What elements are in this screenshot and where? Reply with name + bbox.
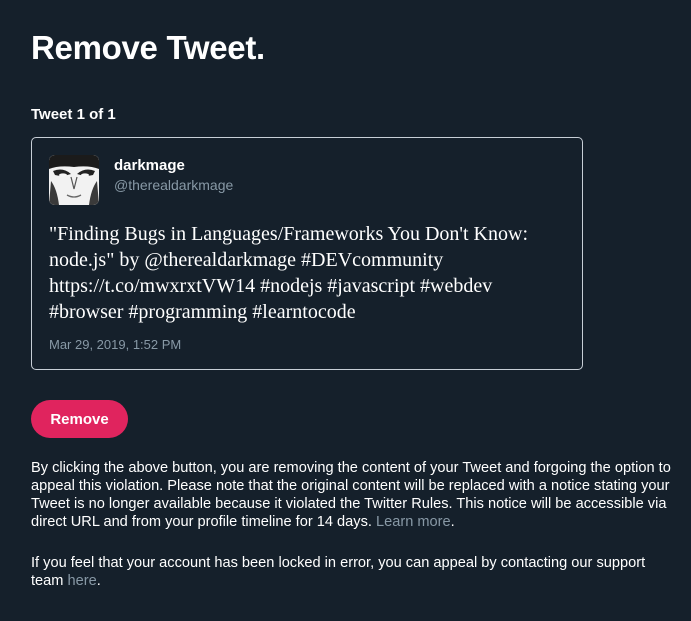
removal-notice-period: . — [450, 514, 455, 530]
support-here-link[interactable]: here — [68, 573, 97, 589]
avatar — [49, 155, 99, 205]
tweet-author-handle: @therealdarkmage — [114, 177, 234, 193]
appeal-notice-text: If you feel that your account has been l… — [31, 555, 646, 589]
remove-button[interactable]: Remove — [31, 400, 128, 438]
appeal-notice: If you feel that your account has been l… — [31, 554, 671, 590]
page-title: Remove Tweet. — [31, 29, 265, 66]
remove-tweet-page: Remove Tweet. Tweet 1 of 1 darkmage @the… — [0, 0, 691, 621]
removal-notice-text: By clicking the above button, you are re… — [31, 460, 671, 530]
tweet-card: darkmage @therealdarkmage "Finding Bugs … — [31, 137, 583, 370]
tweet-counter: Tweet 1 of 1 — [31, 106, 116, 123]
tweet-author-name: darkmage — [114, 157, 185, 174]
learn-more-link[interactable]: Learn more — [376, 514, 451, 530]
tweet-text: "Finding Bugs in Languages/Frameworks Yo… — [49, 223, 528, 323]
removal-notice: By clicking the above button, you are re… — [31, 459, 681, 531]
tweet-timestamp: Mar 29, 2019, 1:52 PM — [49, 337, 182, 352]
avatar-image — [49, 155, 99, 205]
appeal-notice-period: . — [96, 573, 101, 589]
